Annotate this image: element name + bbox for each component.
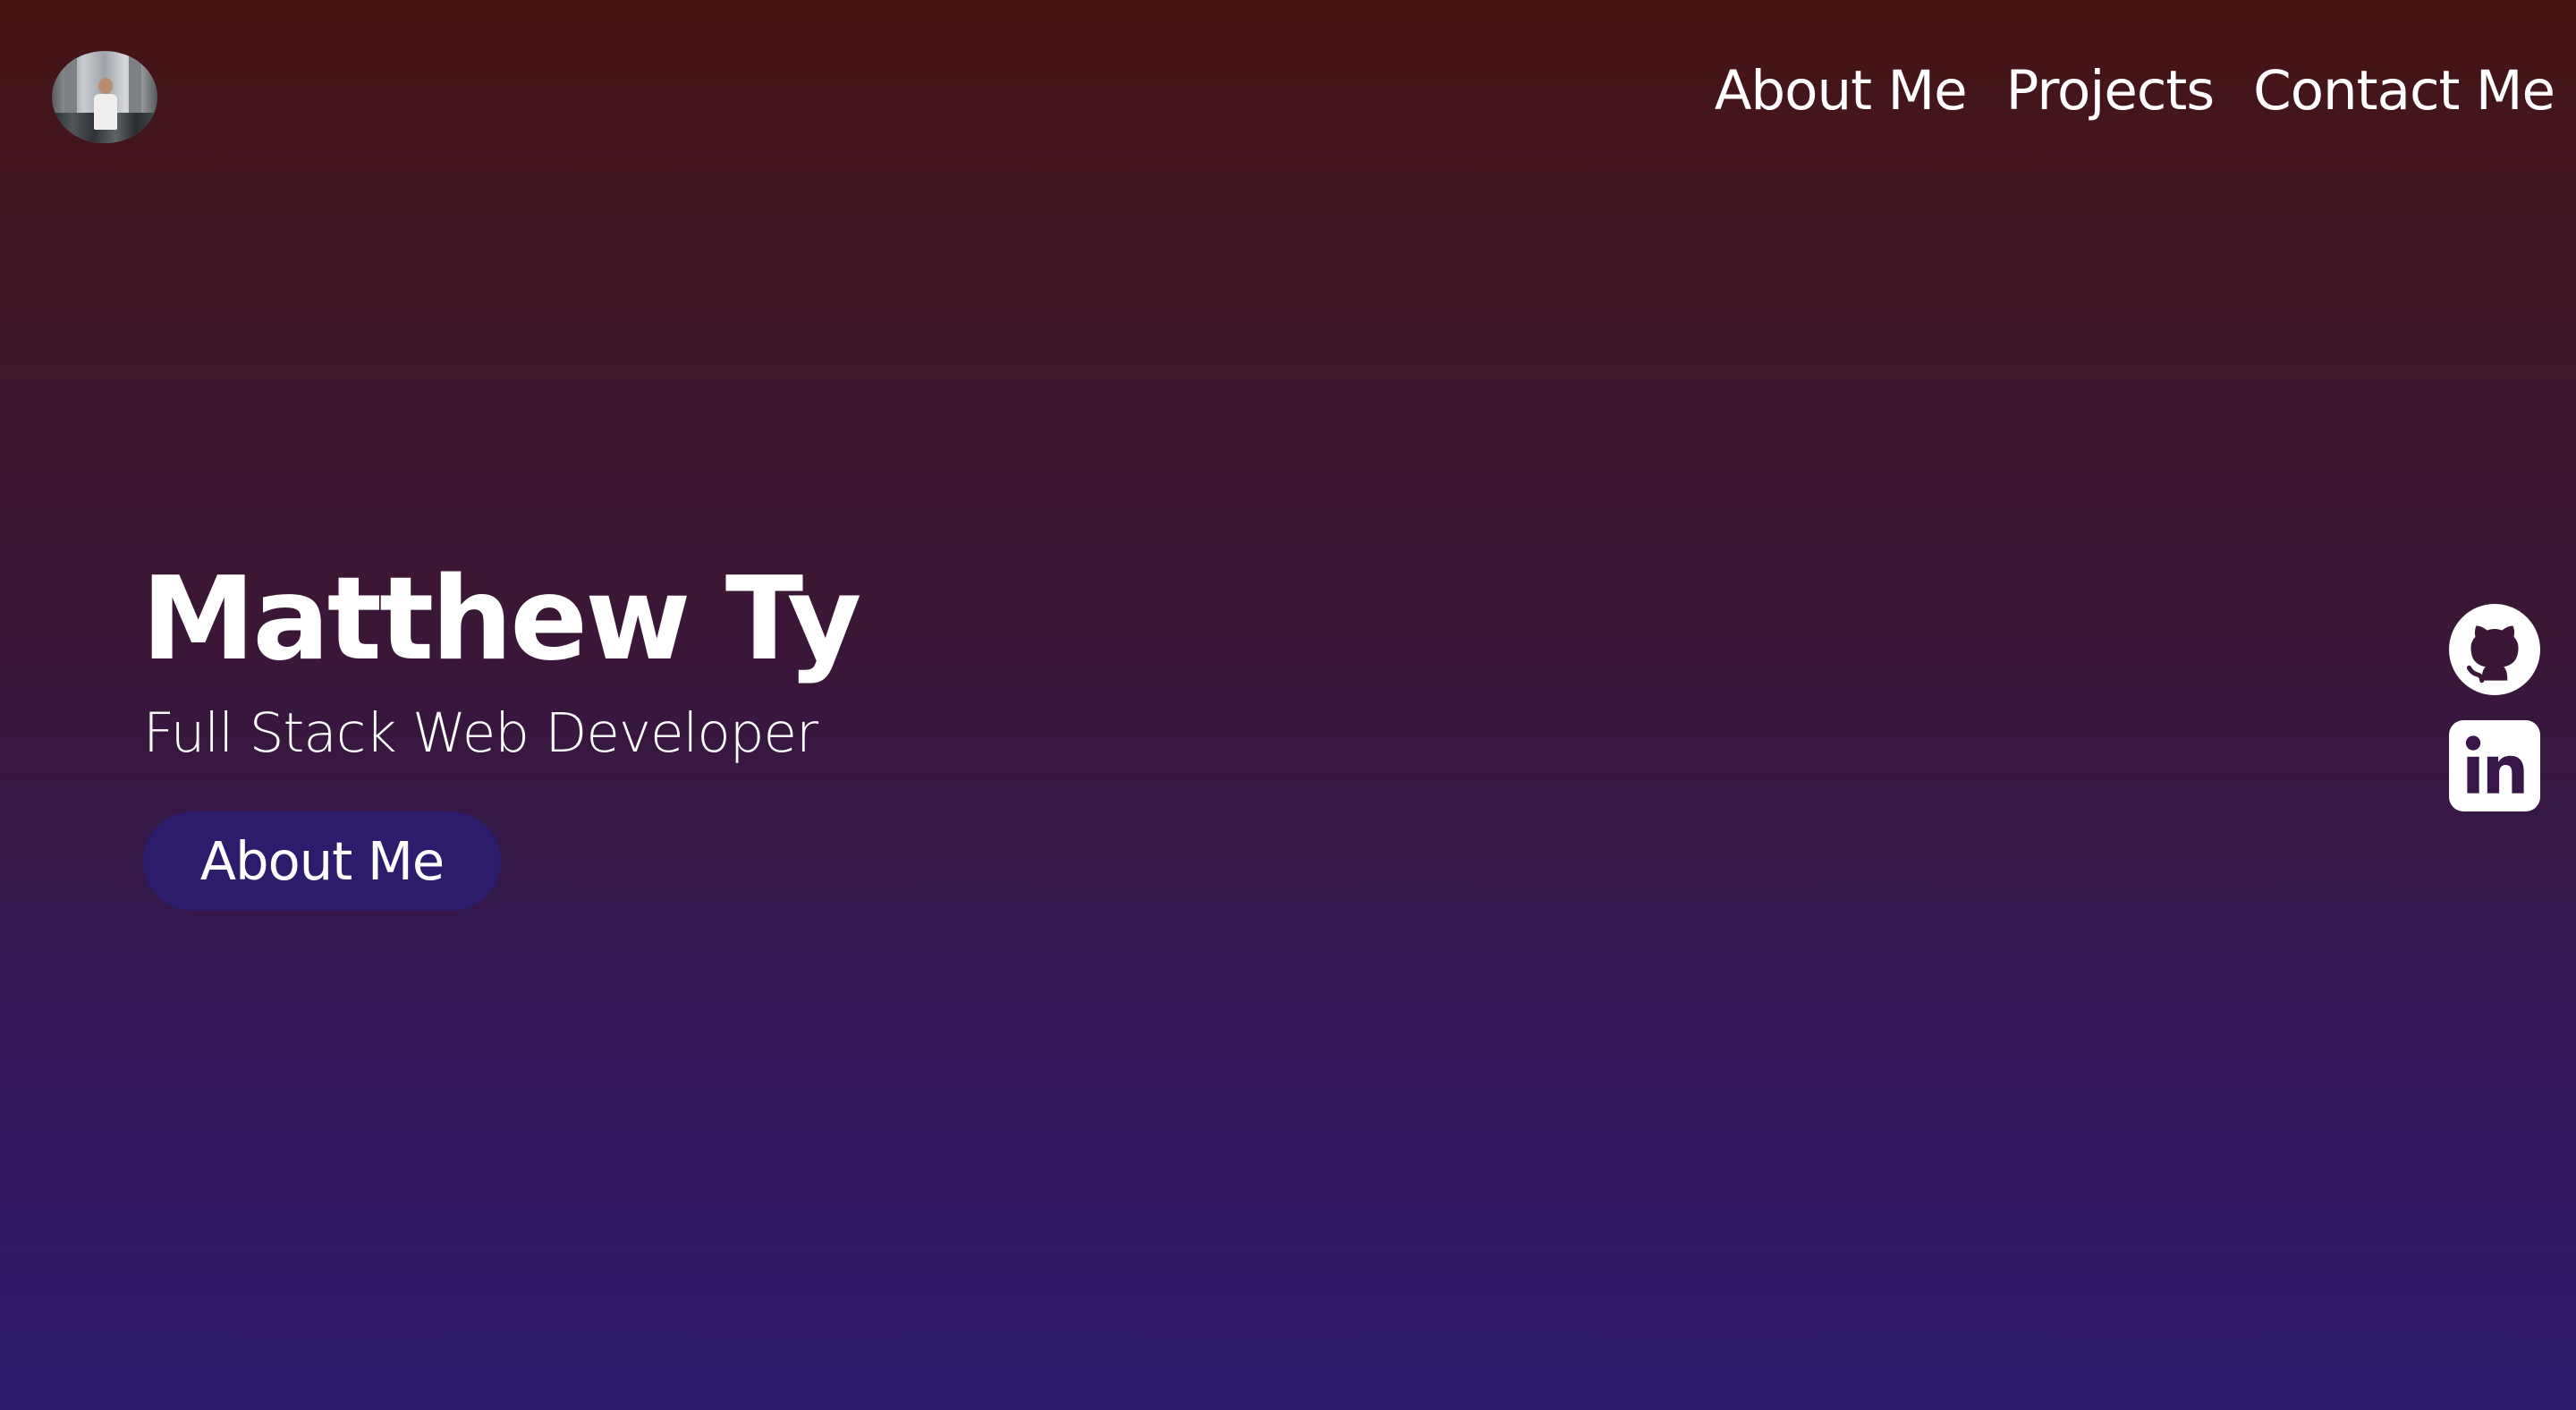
social-links bbox=[2449, 604, 2540, 837]
hero-subtitle: Full Stack Web Developer bbox=[143, 701, 818, 765]
nav-link-contact-me[interactable]: Contact Me bbox=[2253, 55, 2555, 127]
avatar-photo-detail bbox=[98, 78, 113, 94]
linkedin-icon[interactable] bbox=[2449, 720, 2540, 811]
page-background: About Me Projects Contact Me Matthew Ty … bbox=[0, 0, 2576, 1410]
github-icon[interactable] bbox=[2449, 604, 2540, 695]
hero-name: Matthew Ty bbox=[141, 553, 861, 686]
avatar[interactable] bbox=[52, 51, 157, 143]
nav-link-projects[interactable]: Projects bbox=[2006, 55, 2215, 127]
nav-link-about-me[interactable]: About Me bbox=[1715, 55, 1968, 127]
about-me-button[interactable]: About Me bbox=[143, 811, 501, 911]
avatar-photo-detail bbox=[94, 94, 117, 130]
main-nav: About Me Projects Contact Me bbox=[1715, 55, 2555, 127]
